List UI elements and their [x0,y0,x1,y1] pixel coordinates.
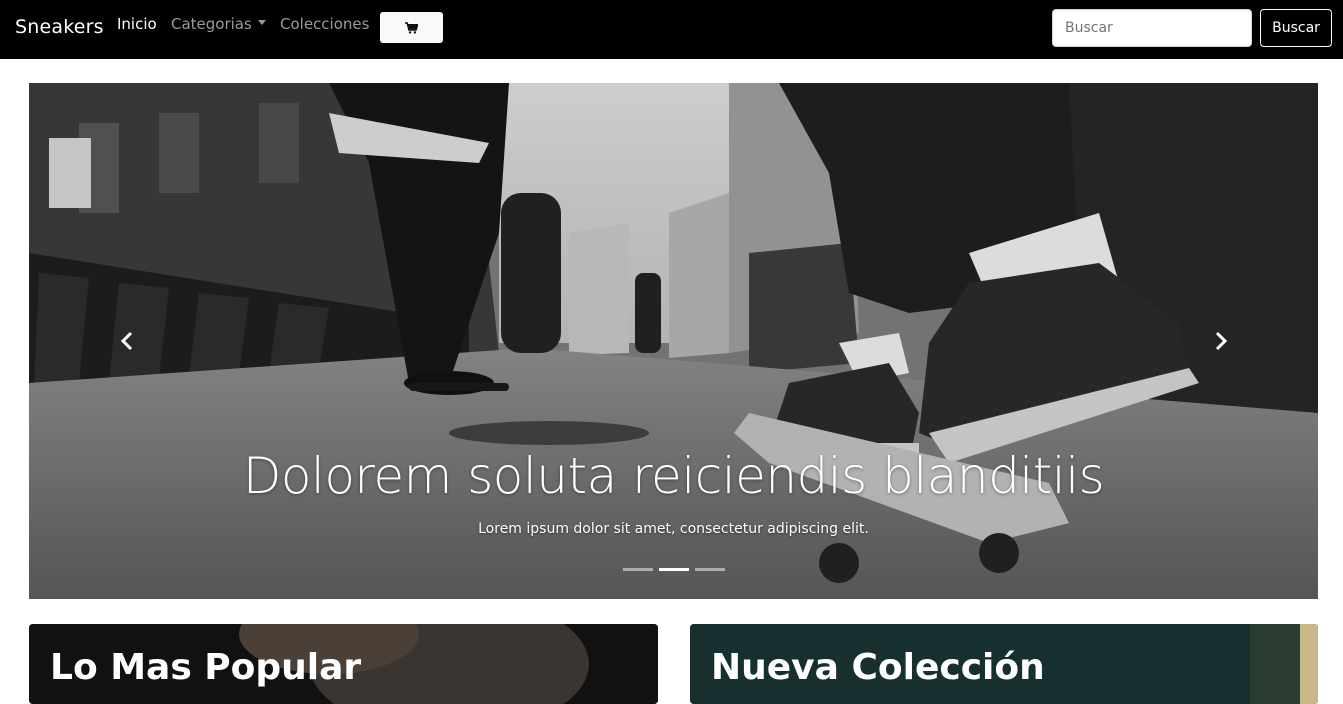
nav-link-inicio[interactable]: Inicio [117,15,157,33]
chevron-right-icon [1215,331,1228,351]
carousel-indicator-3[interactable] [695,568,725,571]
caret-down-icon [257,20,266,25]
carousel-caption-title: Dolorem soluta reiciendis blanditiis [242,447,1105,505]
carousel-prev-button[interactable] [107,323,147,359]
cart-button[interactable] [380,12,443,43]
card-popular[interactable]: Lo Mas Popular [29,624,658,704]
nav-link-colecciones[interactable]: Colecciones [280,15,369,33]
nav-link-categorias-label: Categorias [171,15,252,33]
chevron-left-icon [120,331,133,351]
card-popular-title: Lo Mas Popular [50,647,362,688]
carousel-next-button[interactable] [1201,323,1241,359]
card-nueva-title: Nueva Colección [711,647,1045,688]
navbar: Sneakers Inicio Categorias Colecciones B… [0,0,1343,59]
carousel-indicator-2[interactable] [659,568,689,571]
shopping-cart-icon [405,21,418,34]
nav-dropdown-categorias[interactable]: Categorias [171,15,266,33]
card-nueva-coleccion[interactable]: Nueva Colección [690,624,1318,704]
hero-carousel: Dolorem soluta reiciendis blanditiis Lor… [29,83,1318,599]
search-input[interactable] [1052,9,1252,47]
carousel-caption-text: Lorem ipsum dolor sit amet, consectetur … [478,521,869,537]
brand-logo[interactable]: Sneakers [15,16,104,38]
search-button[interactable]: Buscar [1260,9,1332,47]
carousel-indicators [623,568,725,571]
carousel-indicator-1[interactable] [623,568,653,571]
